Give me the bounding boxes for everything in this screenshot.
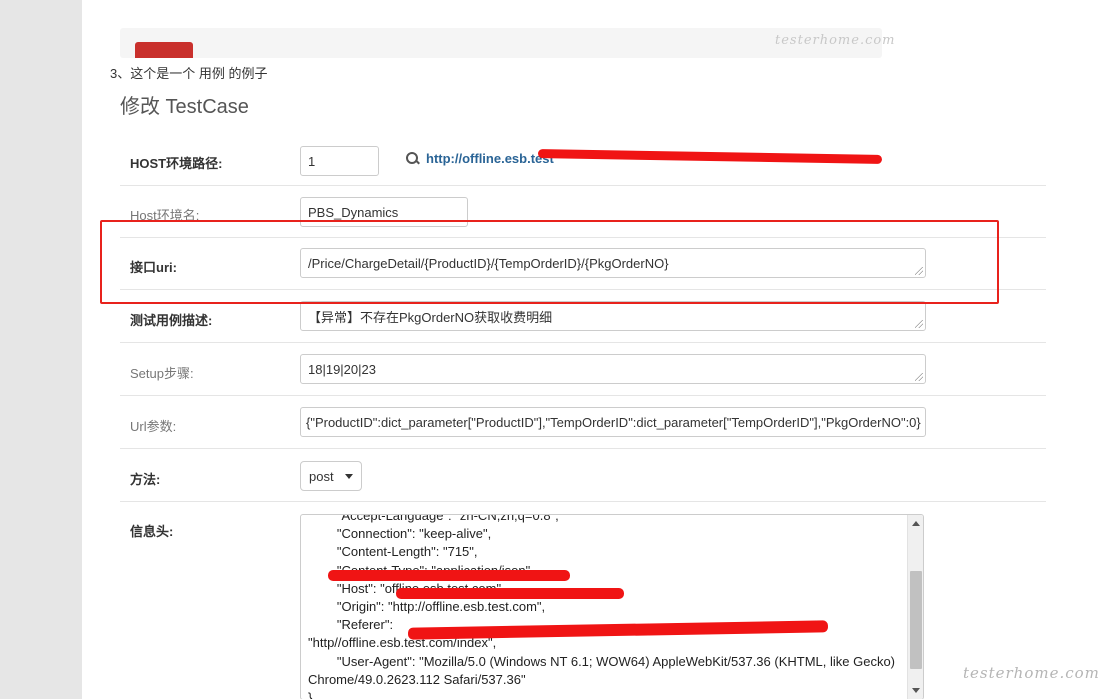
host-link[interactable]: http://offline.esb.test [406,151,554,166]
redaction-mark [396,588,624,599]
scroll-down-arrow-icon[interactable] [912,688,920,693]
row-setup-steps: Setup步骤: 18|19|20|23 [120,343,1046,396]
description-label: 测试用例描述: [130,313,213,328]
left-gutter [0,0,82,699]
host-path-input[interactable]: 1 [300,146,379,176]
setup-steps-textarea[interactable]: 18|19|20|23 [300,354,926,384]
page-title: 修改 TestCase [120,96,249,118]
chevron-down-icon [345,473,353,479]
delete-button[interactable] [135,42,193,58]
url-params-input[interactable]: {"ProductID":dict_parameter["ProductID"]… [300,407,926,437]
host-path-label: HOST环境路径: [130,156,223,171]
watermark: testerhome.com [775,33,896,48]
scroll-up-arrow-icon[interactable] [912,521,920,526]
step-note: 3、这个是一个 用例 的例子 [110,66,268,81]
method-label: 方法: [130,472,161,487]
method-selected-value: post [309,468,334,484]
setup-steps-label: Setup步骤: [130,366,194,381]
headers-text[interactable]: "Accept-Language": "zh-CN,zh;q=0.8", "Co… [308,515,905,699]
description-textarea[interactable]: 【异常】不存在PkgOrderNO获取收费明细 [300,301,926,331]
row-headers: 信息头: "Accept-Language": "zh-CN,zh;q=0.8"… [120,502,1046,699]
scroll-thumb[interactable] [910,571,922,669]
row-method: 方法: post [120,449,1046,502]
headers-textarea[interactable]: "Accept-Language": "zh-CN,zh;q=0.8", "Co… [300,514,924,699]
redaction-mark [328,570,570,581]
row-url-params: Url参数: {"ProductID":dict_parameter["Prod… [120,396,1046,449]
method-select[interactable]: post [300,461,362,491]
headers-scrollbar[interactable] [907,515,923,699]
row-host-path: HOST环境路径: 1 http://offline.esb.test [120,132,1046,186]
redaction-mark [537,148,883,165]
headers-label: 信息头: [130,524,174,539]
annotation-highlight-box [100,220,999,304]
host-link-text[interactable]: http://offline.esb.test [426,151,554,166]
previous-screenshot-panel [120,28,882,58]
search-icon[interactable] [406,151,420,166]
url-params-label: Url参数: [130,419,177,434]
watermark-bottom: testerhome.com [963,664,1100,682]
